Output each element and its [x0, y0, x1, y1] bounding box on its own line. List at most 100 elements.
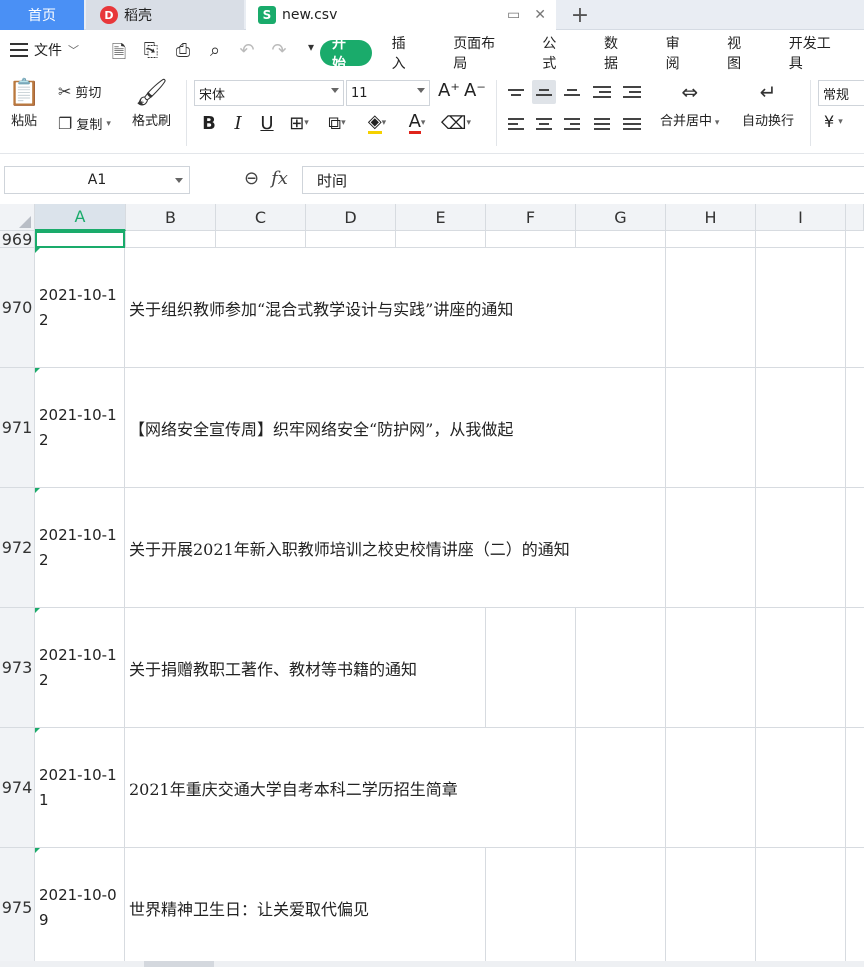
tab-insert[interactable]: 插入	[378, 36, 434, 72]
wrap-text-button[interactable]: ↵ 自动换行	[742, 80, 794, 129]
align-center-button[interactable]	[532, 112, 556, 136]
row-header[interactable]: 970	[0, 248, 35, 368]
date-cell[interactable]: 2021-10-09	[35, 848, 125, 967]
date-value: 2021-10-12	[39, 525, 117, 569]
scrollbar-thumb[interactable]	[144, 961, 214, 967]
clear-format-button[interactable]: ⌫ ▾	[440, 110, 472, 136]
pin-icon[interactable]: ▭	[507, 7, 520, 23]
increase-font-button[interactable]: A⁺	[438, 80, 460, 101]
align-left-button[interactable]	[504, 112, 528, 136]
distributed-button[interactable]	[620, 112, 644, 136]
copy-icon: ❐	[58, 114, 73, 133]
tab-view[interactable]: 视图	[713, 36, 769, 72]
save-icon[interactable]: 🗎	[108, 40, 130, 70]
column-header[interactable]: A	[35, 204, 126, 231]
align-top-button[interactable]	[504, 80, 528, 104]
print-icon[interactable]: ⎙	[172, 40, 194, 70]
italic-button[interactable]: I	[228, 110, 248, 136]
column-header[interactable]: F	[486, 204, 576, 231]
title-cell[interactable]: 世界精神卫生日：让关爱取代偏见	[125, 848, 369, 967]
column-header[interactable]: G	[576, 204, 666, 231]
align-right-button[interactable]	[560, 112, 584, 136]
title-cell[interactable]: 2021年重庆交通大学自考本科二学历招生简章	[125, 728, 458, 847]
tab-formulas[interactable]: 公式	[528, 36, 584, 72]
date-cell[interactable]: 2021-10-11	[35, 728, 125, 847]
customize-dropdown-icon[interactable]: ▾	[300, 40, 322, 70]
title-cell[interactable]: 关于组织教师参加“混合式教学设计与实践”讲座的通知	[125, 248, 513, 367]
font-name-select[interactable]: 宋体	[194, 80, 344, 106]
currency-button[interactable]: ¥ ▾	[824, 112, 843, 131]
column-header[interactable]: H	[666, 204, 756, 231]
font-color-button[interactable]: A ▾	[402, 110, 432, 136]
align-middle-button[interactable]	[532, 80, 556, 104]
column-header[interactable]: B	[126, 204, 216, 231]
tab-developer[interactable]: 开发工具	[775, 36, 858, 72]
close-icon[interactable]: ✕	[534, 7, 546, 23]
name-box[interactable]: A1	[4, 166, 190, 194]
select-all-corner[interactable]	[0, 204, 35, 231]
cut-button[interactable]: ✂ 剪切	[58, 82, 101, 101]
date-cell[interactable]: 2021-10-12	[35, 368, 125, 487]
date-cell[interactable]: 2021-10-12	[35, 488, 125, 607]
tab-review[interactable]: 审阅	[652, 36, 708, 72]
export-icon[interactable]: ⎘	[140, 40, 162, 70]
hamburger-icon	[10, 43, 28, 57]
row-header[interactable]: 969	[0, 230, 35, 249]
function-icon[interactable]: fx	[271, 168, 288, 189]
row-header[interactable]: 973	[0, 608, 35, 728]
spreadsheet-grid: A B C D E F G H I 969 970 2021-10-12 关于组…	[0, 204, 864, 967]
file-menu[interactable]: 文件 ﹀	[10, 40, 79, 60]
fill-color-button[interactable]: ◈ ▾	[362, 110, 392, 136]
increase-indent-button[interactable]	[620, 80, 644, 104]
tab-home[interactable]: 首页	[0, 0, 84, 30]
tab-file-label: new.csv	[282, 7, 338, 23]
decrease-indent-button[interactable]	[590, 80, 614, 104]
decrease-font-button[interactable]: A⁻	[464, 80, 486, 101]
row-header[interactable]: 975	[0, 848, 35, 967]
justify-button[interactable]	[590, 112, 614, 136]
date-cell[interactable]: 2021-10-12	[35, 248, 125, 367]
table-row: 2021-10-12 关于捐赠教职工著作、教材等书籍的通知	[35, 608, 864, 728]
column-header[interactable]: I	[756, 204, 846, 231]
border-button[interactable]: ⊞ ▾	[284, 110, 314, 136]
merge-center-button[interactable]: ⇔ 合并居中 ▾	[660, 80, 719, 129]
copy-button[interactable]: ❐ 复制 ▾	[58, 114, 111, 133]
row-header[interactable]: 974	[0, 728, 35, 848]
table-row: 2021-10-11 2021年重庆交通大学自考本科二学历招生简章	[35, 728, 864, 848]
wrap-icon: ↵	[759, 80, 777, 104]
format-painter-button[interactable]: 🖌 格式刷	[132, 78, 171, 129]
column-header[interactable]: C	[216, 204, 306, 231]
print-preview-icon[interactable]: ⌕	[204, 40, 226, 70]
column-header[interactable]: D	[306, 204, 396, 231]
ribbon-tabs: 开始 插入 页面布局 公式 数据 审阅 视图 开发工具	[320, 36, 864, 72]
underline-button[interactable]: U	[256, 110, 278, 136]
paste-button[interactable]: 📋 粘贴	[8, 78, 40, 129]
date-cell[interactable]: 2021-10-12	[35, 608, 125, 727]
tab-data[interactable]: 数据	[590, 36, 646, 72]
tab-daoke[interactable]: D 稻壳	[86, 0, 244, 30]
tab-start[interactable]: 开始	[320, 36, 372, 72]
copy-label: 复制	[76, 118, 103, 133]
redo-icon[interactable]: ↷	[268, 40, 290, 70]
font-size-select[interactable]: 11	[346, 80, 430, 106]
align-bottom-button[interactable]	[560, 80, 584, 104]
new-tab-button[interactable]: +	[566, 0, 594, 30]
tab-file[interactable]: S new.csv ▭ ✕	[246, 0, 556, 30]
title-cell[interactable]: 关于捐赠教职工著作、教材等书籍的通知	[125, 608, 417, 727]
number-format-select[interactable]: 常规	[818, 80, 864, 106]
undo-icon[interactable]: ↶	[236, 40, 258, 70]
title-cell[interactable]: 关于开展2021年新入职教师培训之校史校情讲座（二）的通知	[125, 488, 570, 607]
horizontal-scrollbar[interactable]	[0, 961, 864, 967]
row-header[interactable]: 972	[0, 488, 35, 608]
cell-style-button[interactable]: ⧉ ▾	[322, 110, 352, 136]
bold-button[interactable]: B	[198, 110, 220, 136]
fill-bucket-icon: ◈	[367, 110, 382, 134]
tab-page-layout[interactable]: 页面布局	[439, 36, 522, 72]
column-header[interactable]: E	[396, 204, 486, 231]
title-cell[interactable]: 【网络安全宣传周】织牢网络安全“防护网”，从我做起	[125, 368, 513, 487]
formula-input[interactable]: 时间	[302, 166, 864, 194]
row-header[interactable]: 971	[0, 368, 35, 488]
column-header[interactable]	[846, 204, 864, 231]
selected-cell-outline	[35, 231, 125, 248]
zoom-icon[interactable]: ⊖	[244, 168, 259, 189]
